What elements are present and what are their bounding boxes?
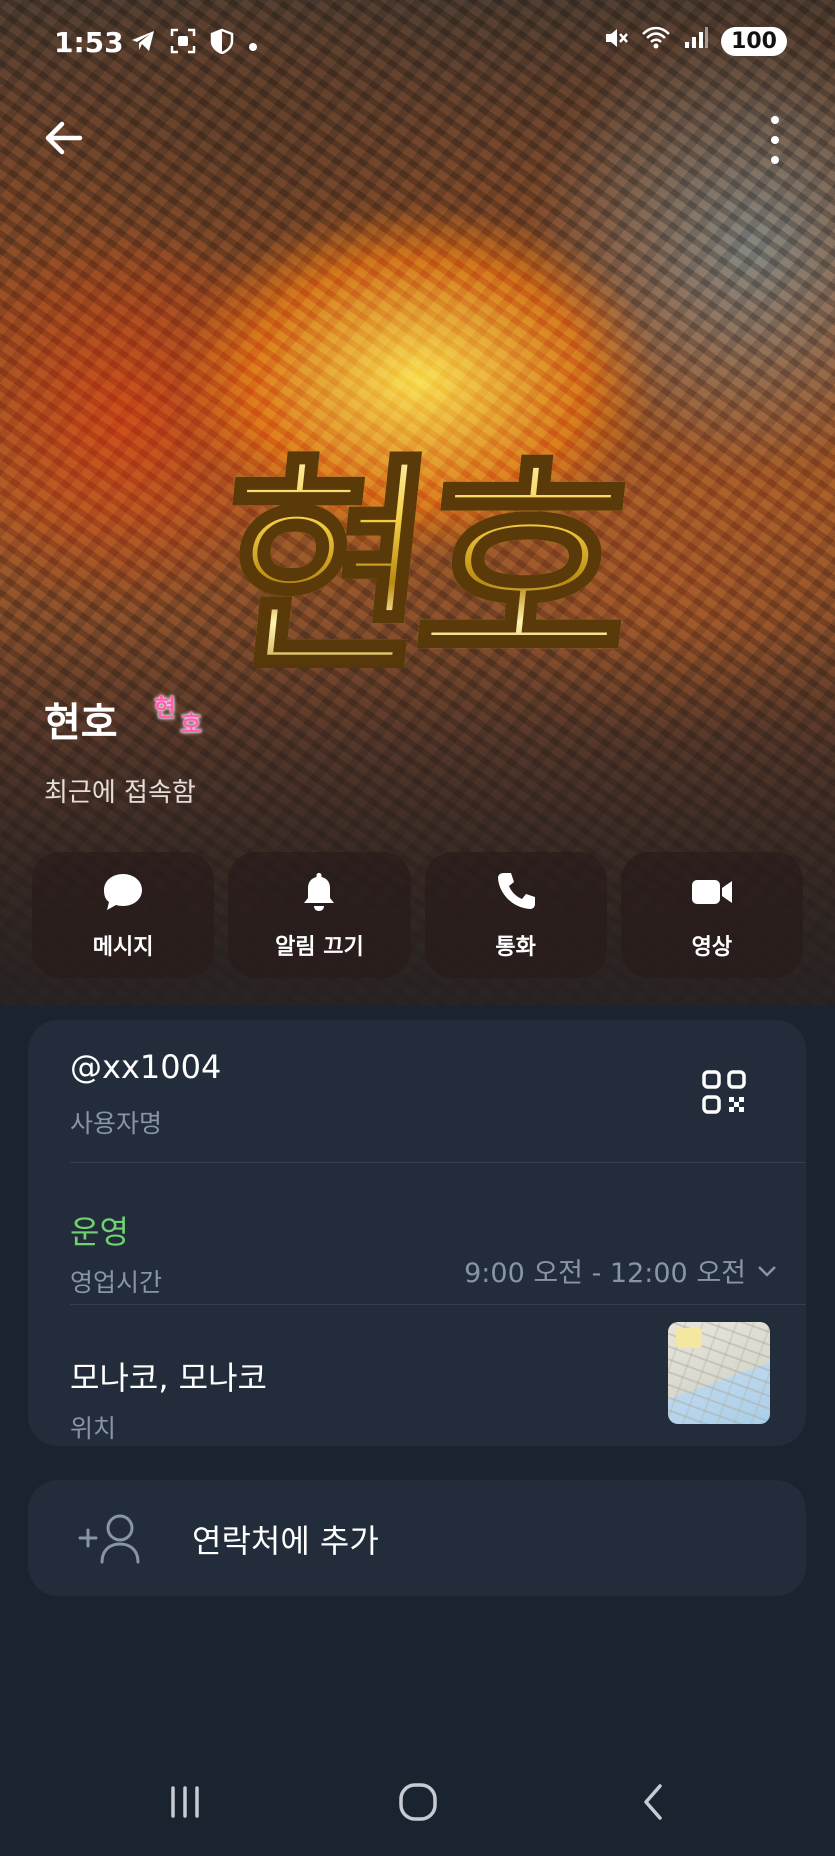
- add-user-icon: [78, 1514, 140, 1564]
- home-icon: [399, 1783, 437, 1821]
- telegram-icon: [130, 29, 156, 59]
- battery-indicator: 100: [721, 26, 787, 56]
- home-button[interactable]: [383, 1774, 453, 1830]
- mute-icon: [603, 26, 629, 56]
- message-icon: [104, 874, 143, 910]
- video-icon: [691, 880, 732, 904]
- action-buttons: 메시지 알림 끄기 통화 영상: [32, 852, 803, 978]
- message-button[interactable]: 메시지: [32, 852, 215, 978]
- info-card: @xx1004 사용자명 운영 영업시간 9:00 오전 - 12:00 오전 …: [28, 1020, 806, 1446]
- status-time: 1:53: [54, 26, 124, 59]
- qr-code-icon[interactable]: [700, 1068, 748, 1116]
- username-caption: 사용자명: [70, 1109, 163, 1138]
- signal-icon: [683, 26, 709, 56]
- location-caption: 위치: [70, 1414, 117, 1443]
- action-label: 영상: [691, 935, 733, 960]
- call-button[interactable]: 통화: [424, 852, 607, 978]
- dot-icon: [248, 30, 258, 58]
- arrow-left-icon: [45, 121, 83, 155]
- back-nav-button[interactable]: [618, 1774, 688, 1830]
- phone-icon: [497, 873, 535, 909]
- username-value: @xx1004: [70, 1048, 222, 1086]
- back-nav-icon: [644, 1784, 662, 1820]
- status-icons-left: [130, 28, 258, 60]
- bell-icon: [304, 873, 335, 911]
- recents-icon: [171, 1786, 199, 1818]
- hours-caption: 영업시간: [70, 1268, 163, 1297]
- location-value: 모나코, 모나코: [70, 1359, 267, 1397]
- more-dot-icon: [771, 136, 779, 144]
- more-dot-icon: [771, 116, 779, 124]
- business-hours-row[interactable]: 운영 영업시간 9:00 오전 - 12:00 오전: [28, 1163, 806, 1303]
- wifi-icon: [641, 26, 671, 56]
- more-dot-icon: [771, 156, 779, 164]
- shield-icon: [210, 28, 234, 60]
- username-row[interactable]: @xx1004 사용자명: [28, 1020, 806, 1160]
- system-navigation-bar: [0, 1746, 835, 1856]
- sticker-char: 호: [180, 710, 203, 738]
- name-sticker: 현호: [154, 688, 202, 738]
- video-call-button[interactable]: 영상: [620, 852, 803, 978]
- hours-value: 9:00 오전 - 12:00 오전: [464, 1258, 746, 1289]
- status-icons-right: 100: [603, 26, 787, 56]
- mute-notifications-button[interactable]: 알림 끄기: [228, 852, 411, 978]
- status-bar: 1:53 100: [0, 0, 835, 90]
- action-label: 메시지: [92, 935, 154, 960]
- add-to-contacts-button[interactable]: 연락처에 추가: [28, 1480, 806, 1596]
- profile-name: 현호: [44, 700, 118, 746]
- last-seen-status: 최근에 접속함: [44, 778, 196, 808]
- back-button[interactable]: [38, 112, 90, 164]
- hours-dropdown[interactable]: 9:00 오전 - 12:00 오전: [464, 1251, 778, 1290]
- map-thumbnail[interactable]: [668, 1322, 770, 1424]
- more-options-button[interactable]: [765, 116, 785, 164]
- chevron-down-icon: [758, 1265, 776, 1277]
- business-status: 운영: [70, 1213, 129, 1251]
- screenshot-icon: [170, 28, 196, 60]
- action-label: 알림 끄기: [275, 935, 364, 960]
- sticker-char: 현: [154, 694, 177, 722]
- recent-apps-button[interactable]: [150, 1774, 220, 1830]
- add-contact-label: 연락처에 추가: [192, 1522, 379, 1560]
- action-label: 통화: [495, 935, 536, 960]
